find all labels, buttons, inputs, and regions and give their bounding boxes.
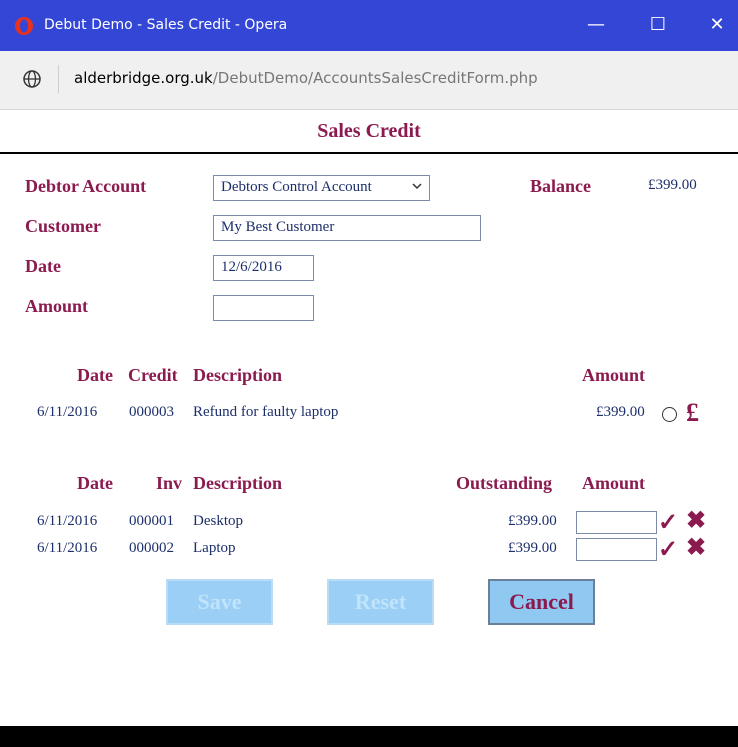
invoices-header-outstanding: Outstanding <box>456 473 553 493</box>
credit-row-radio[interactable] <box>662 407 677 422</box>
url-path: /DebutDemo/AccountsSalesCreditForm.php <box>212 69 538 87</box>
bottom-bar <box>0 726 738 747</box>
balance-value: £399.00 <box>648 177 697 193</box>
invoices-header-amount: Amount <box>582 473 646 493</box>
invoice-row-1-description: Desktop <box>193 513 243 529</box>
credit-row-description: Refund for faulty laptop <box>193 404 339 420</box>
invoices-header-date: Date <box>77 473 113 493</box>
cancel-button[interactable]: Cancel <box>488 579 595 625</box>
invoices-header-description: Description <box>193 473 282 493</box>
chevron-down-icon <box>412 183 422 190</box>
invoice-row-1-outstanding: £399.00 <box>508 513 557 529</box>
window-title: Debut Demo - Sales Credit - Opera <box>44 17 288 33</box>
globe-icon <box>23 70 41 88</box>
customer-input[interactable]: My Best Customer <box>213 215 481 241</box>
invoice-row-2-number: 000002 <box>129 540 174 556</box>
invoice-row-2-date: 6/11/2016 <box>37 540 98 556</box>
invoice-row-2-cross-icon[interactable]: ✖ <box>686 533 706 562</box>
credit-row-amount: £399.00 <box>596 404 645 420</box>
credits-header-date: Date <box>77 365 113 385</box>
invoice-row-1-number: 000001 <box>129 513 174 529</box>
debtor-account-value: Debtors Control Account <box>221 179 372 195</box>
credit-row-number: 000003 <box>129 404 174 420</box>
reset-button[interactable]: Reset <box>327 579 434 625</box>
date-input[interactable]: 12/6/2016 <box>213 255 314 281</box>
debtor-account-label: Debtor Account <box>25 176 147 196</box>
debtor-account-select[interactable]: Debtors Control Account <box>213 175 430 201</box>
balance-label: Balance <box>530 176 591 196</box>
invoice-row-1-date: 6/11/2016 <box>37 513 98 529</box>
invoice-row-2-outstanding: £399.00 <box>508 540 557 556</box>
invoice-row-1-cross-icon[interactable]: ✖ <box>686 506 706 535</box>
page-title: Sales Credit <box>317 120 421 142</box>
minimize-button[interactable]: — <box>584 13 608 37</box>
url-host: alderbridge.org.uk <box>74 69 213 87</box>
address-bar: alderbridge.org.uk/DebutDemo/AccountsSal… <box>0 51 738 110</box>
credits-header-description: Description <box>193 365 282 385</box>
amount-label: Amount <box>25 296 89 316</box>
window-titlebar: Debut Demo - Sales Credit - Opera — ☐ ✕ <box>0 0 738 51</box>
opera-logo-icon <box>15 17 33 35</box>
invoice-row-2-amount-input[interactable] <box>576 538 657 561</box>
credits-header-amount: Amount <box>582 365 646 385</box>
address-separator <box>58 65 59 93</box>
amount-input[interactable] <box>213 295 314 321</box>
credit-row-pound-icon[interactable]: £ <box>686 398 699 428</box>
invoice-row-2-check-icon[interactable]: ✓ <box>658 535 678 564</box>
credit-row-date: 6/11/2016 <box>37 404 98 420</box>
close-button[interactable]: ✕ <box>705 13 729 37</box>
invoices-header-inv: Inv <box>156 473 183 493</box>
url-field[interactable]: alderbridge.org.uk/DebutDemo/AccountsSal… <box>74 69 538 87</box>
save-button[interactable]: Save <box>166 579 273 625</box>
customer-label: Customer <box>25 216 101 236</box>
invoice-row-2-description: Laptop <box>193 540 236 556</box>
title-divider <box>0 152 738 154</box>
invoice-row-1-check-icon[interactable]: ✓ <box>658 508 678 537</box>
invoice-row-1-amount-input[interactable] <box>576 511 657 534</box>
credits-header-credit: Credit <box>128 365 178 385</box>
date-label: Date <box>25 256 61 276</box>
maximize-button[interactable]: ☐ <box>646 13 670 37</box>
